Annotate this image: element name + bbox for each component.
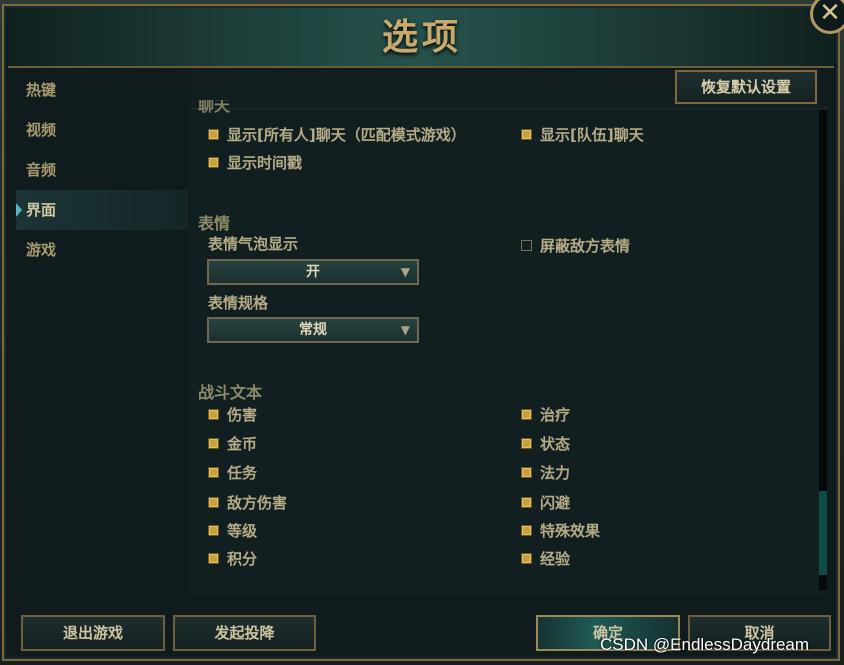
block-enemy-emotes[interactable]: 屏蔽敌方表情 <box>521 236 630 256</box>
interface-settings-panel: 恢复默认设置 聊天 显示[所有人]聊天（匹配模式游戏） 显示[队伍]聊天 显示时… <box>188 70 827 595</box>
checkbox-checked-icon[interactable] <box>521 497 532 508</box>
sidebar-item-hotkeys[interactable]: 热键 <box>16 70 188 110</box>
combat-text-section-title: 战斗文本 <box>198 383 263 402</box>
chat-option-timestamp[interactable]: 显示时间戳 <box>208 153 302 173</box>
combat-option-experience[interactable]: 经验 <box>521 549 570 569</box>
combat-option-score[interactable]: 积分 <box>208 549 257 569</box>
quit-game-button[interactable]: 退出游戏 <box>21 615 165 651</box>
options-sidebar: 热键 视频 音频 界面 游戏 <box>16 70 188 270</box>
chat-option-all[interactable]: 显示[所有人]聊天（匹配模式游戏） <box>208 125 466 145</box>
combat-option-status[interactable]: 状态 <box>521 434 570 454</box>
emotes-section-title: 表情 <box>198 214 231 233</box>
dropdown-arrow-icon: ▼ <box>400 265 410 279</box>
combat-option-heal[interactable]: 治疗 <box>521 405 570 425</box>
watermark-text: CSDN @EndlessDaydream <box>600 635 810 654</box>
sidebar-item-interface[interactable]: 界面 <box>16 190 188 230</box>
checkbox-checked-icon[interactable] <box>208 157 219 168</box>
checkbox-checked-icon[interactable] <box>208 467 219 478</box>
checkbox-checked-icon[interactable] <box>521 438 532 449</box>
checkbox-unchecked-icon[interactable] <box>521 240 532 251</box>
sidebar-item-video[interactable]: 视频 <box>16 110 188 150</box>
emote-bubble-dropdown[interactable]: 开 ▼ <box>207 259 419 285</box>
checkbox-checked-icon[interactable] <box>521 525 532 536</box>
checkbox-checked-icon[interactable] <box>208 553 219 564</box>
combat-option-level[interactable]: 等级 <box>208 521 257 541</box>
combat-option-enemy-damage[interactable]: 敌方伤害 <box>208 493 287 513</box>
window-title: 选项 <box>381 17 462 58</box>
checkbox-checked-icon[interactable] <box>521 409 532 420</box>
checkbox-checked-icon[interactable] <box>208 409 219 420</box>
combat-option-special-effects[interactable]: 特殊效果 <box>521 521 600 541</box>
dropdown-arrow-icon: ▼ <box>400 323 410 337</box>
chat-option-team[interactable]: 显示[队伍]聊天 <box>521 125 644 145</box>
surrender-button[interactable]: 发起投降 <box>173 615 316 651</box>
combat-option-damage[interactable]: 伤害 <box>208 405 257 425</box>
combat-option-dodge[interactable]: 闪避 <box>521 493 570 513</box>
sidebar-item-sound[interactable]: 音频 <box>16 150 188 190</box>
close-icon: ✕ <box>819 0 841 28</box>
combat-option-quest[interactable]: 任务 <box>208 463 257 483</box>
chat-section-title: 聊天 <box>198 100 231 114</box>
sidebar-item-game[interactable]: 游戏 <box>16 230 188 270</box>
checkbox-checked-icon[interactable] <box>521 467 532 478</box>
checkbox-checked-icon[interactable] <box>521 129 532 140</box>
checkbox-checked-icon[interactable] <box>208 438 219 449</box>
checkbox-checked-icon[interactable] <box>208 525 219 536</box>
combat-option-mana[interactable]: 法力 <box>521 463 570 483</box>
restore-defaults-button[interactable]: 恢复默认设置 <box>675 70 817 104</box>
checkbox-checked-icon[interactable] <box>521 553 532 564</box>
emote-scale-dropdown[interactable]: 常规 ▼ <box>207 317 419 343</box>
emote-scale-label: 表情规格 <box>208 294 269 312</box>
checkbox-checked-icon[interactable] <box>208 497 219 508</box>
checkbox-checked-icon[interactable] <box>208 129 219 140</box>
scrollbar-thumb[interactable] <box>819 491 827 575</box>
combat-option-gold[interactable]: 金币 <box>208 434 257 454</box>
emote-bubble-label: 表情气泡显示 <box>208 235 299 253</box>
